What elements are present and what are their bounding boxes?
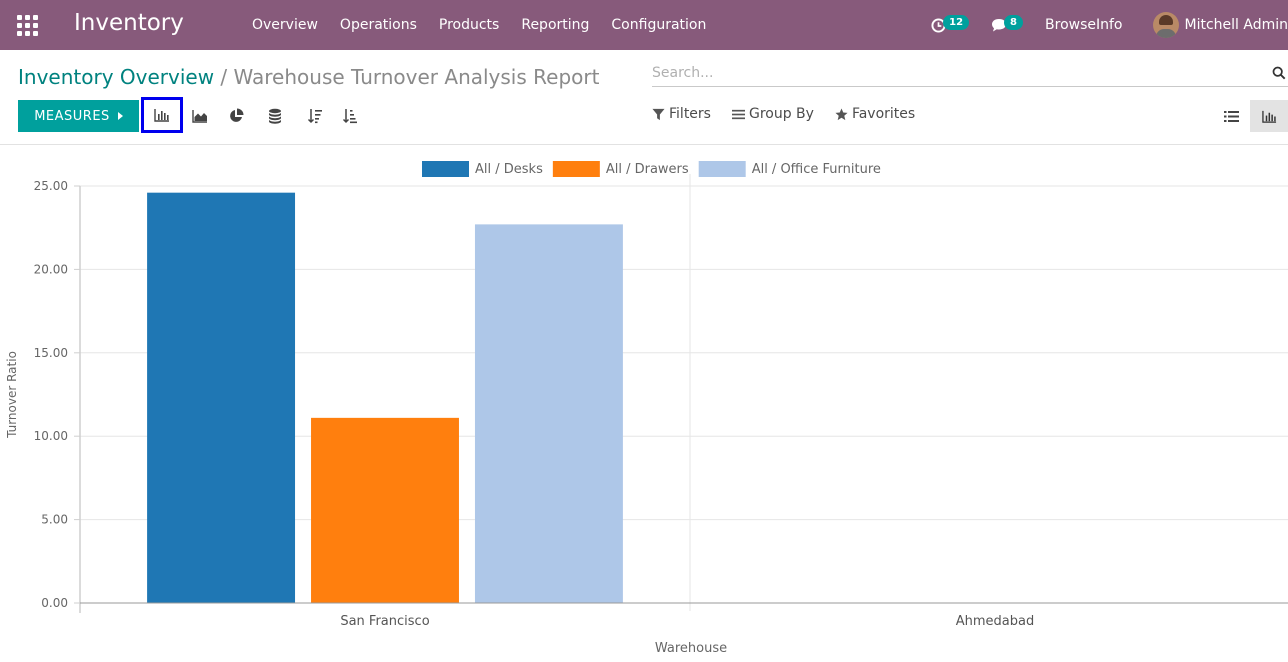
activity-button[interactable]: 12 — [931, 14, 970, 33]
y-tick-label: 20.00 — [34, 262, 68, 276]
measures-button[interactable]: MEASURES — [18, 100, 139, 132]
y-tick-label: 25.00 — [34, 179, 68, 193]
bar-chart-icon — [154, 109, 169, 122]
breadcrumb-parent[interactable]: Inventory Overview — [18, 65, 214, 89]
legend-swatch-2 — [698, 161, 746, 177]
menu-operations[interactable]: Operations — [329, 0, 428, 50]
legend-label-0: All / Desks — [475, 162, 543, 177]
legend-swatch-1 — [552, 161, 600, 177]
favorites-toggle[interactable]: Favorites — [835, 106, 915, 122]
systray: 12 8 BrowseInfo Mitchell Admin — [931, 0, 1288, 50]
legend-label-2: All / Office Furniture — [752, 162, 881, 177]
menu-overview[interactable]: Overview — [241, 0, 329, 50]
caret-right-icon — [117, 112, 123, 120]
descending-button[interactable] — [297, 100, 333, 132]
sort-descending-icon — [307, 109, 322, 124]
area-chart-icon — [192, 110, 207, 123]
message-count-badge: 8 — [1004, 14, 1024, 30]
bar-chart-icon — [1261, 110, 1276, 123]
database-icon — [269, 108, 281, 124]
filters-label: Filters — [669, 106, 711, 122]
breadcrumb-separator: / — [220, 65, 228, 89]
main-menu: Overview Operations Products Reporting C… — [241, 0, 717, 50]
search-options: Filters Group By Favorites — [652, 106, 936, 122]
list-view-button[interactable] — [1212, 100, 1250, 132]
sort-ascending-icon — [342, 109, 357, 124]
search-bar — [652, 61, 1288, 87]
graph-view: 0.00 5.00 10.00 15.00 20.00 25.00 San Francisc… — [0, 146, 1288, 662]
breadcrumb-current: Warehouse Turnover Analysis Report — [233, 65, 600, 89]
y-tick-label: 5.00 — [41, 513, 68, 527]
bar-0-0 — [147, 192, 296, 603]
stacked-button[interactable] — [257, 100, 293, 132]
bar-chart-button[interactable] — [141, 97, 183, 133]
top-navbar: Inventory Overview Operations Products R… — [0, 0, 1288, 50]
search-input[interactable] — [652, 61, 1262, 81]
menu-products[interactable]: Products — [428, 0, 510, 50]
filter-icon — [652, 108, 665, 120]
measures-label: MEASURES — [34, 108, 110, 124]
messaging-button[interactable]: 8 — [991, 14, 1024, 33]
bar-2-0 — [474, 224, 623, 603]
company-switcher[interactable]: BrowseInfo — [1045, 17, 1122, 33]
x-tick-label: Ahmedabad — [956, 614, 1034, 629]
view-switcher — [1212, 100, 1288, 132]
y-axis-label: Turnover Ratio — [5, 351, 19, 439]
ascending-button[interactable] — [332, 100, 368, 132]
legend-swatch-0 — [422, 161, 469, 177]
graph-view-button[interactable] — [1250, 100, 1288, 132]
activity-count-badge: 12 — [943, 14, 970, 30]
control-panel: Inventory Overview / Warehouse Turnover … — [0, 50, 1288, 145]
turnover-bar-chart: 0.00 5.00 10.00 15.00 20.00 25.00 San Francisc… — [5, 161, 1288, 656]
legend-label-1: All / Drawers — [606, 162, 689, 177]
star-icon — [835, 107, 848, 120]
group-by-toggle[interactable]: Group By — [731, 106, 814, 122]
pie-chart-icon — [230, 108, 244, 122]
line-chart-button[interactable] — [182, 100, 218, 132]
menu-configuration[interactable]: Configuration — [600, 0, 717, 50]
group-by-label: Group By — [748, 106, 814, 122]
user-menu[interactable]: Mitchell Admin — [1185, 17, 1288, 33]
pie-chart-button[interactable] — [218, 100, 254, 132]
list-icon — [1223, 110, 1239, 122]
apps-menu-icon[interactable] — [17, 15, 38, 36]
y-tick-label: 15.00 — [34, 346, 68, 360]
breadcrumb: Inventory Overview / Warehouse Turnover … — [18, 65, 599, 89]
bar-1-0 — [311, 417, 459, 603]
user-avatar[interactable] — [1152, 12, 1179, 38]
menu-reporting[interactable]: Reporting — [510, 0, 600, 50]
search-icon[interactable] — [1272, 66, 1286, 80]
x-tick-label: San Francisco — [340, 614, 429, 629]
favorites-label: Favorites — [851, 106, 916, 122]
filters-toggle[interactable]: Filters — [652, 106, 711, 122]
x-axis-label: Warehouse — [655, 641, 727, 656]
app-name[interactable]: Inventory — [74, 10, 184, 36]
y-tick-label: 10.00 — [34, 429, 68, 443]
y-tick-label: 0.00 — [41, 596, 68, 610]
bars-icon — [731, 109, 745, 119]
